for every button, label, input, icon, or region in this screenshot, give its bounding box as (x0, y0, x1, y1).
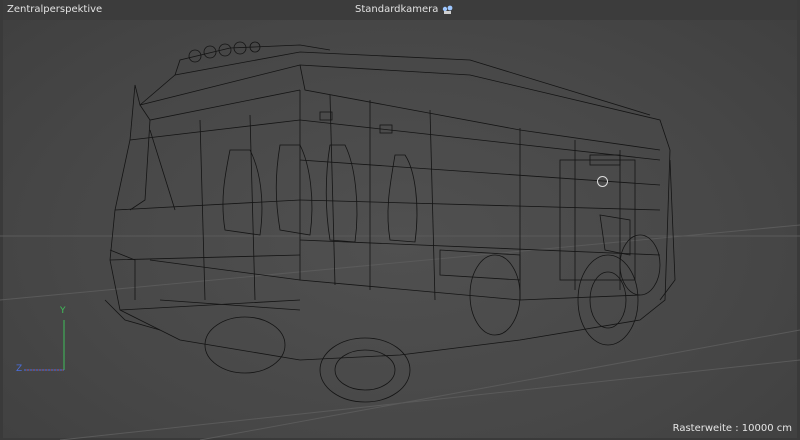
bus-wireframe-model[interactable] (104, 41, 676, 403)
grid-spacing-label: Rasterweite : 10000 cm (672, 423, 792, 434)
axis-gizmo: Y Z (14, 306, 74, 380)
cursor-ring-icon (597, 176, 608, 187)
ground-grid (0, 224, 800, 440)
z-axis-label: Z (16, 364, 23, 374)
camera-name: Standardkamera (355, 4, 439, 15)
wireframe-scene[interactable] (0, 0, 800, 440)
3d-viewport[interactable]: Zentralperspektive Standardkamera Y Z Ra… (0, 0, 800, 440)
camera-selector[interactable]: Standardkamera (352, 3, 457, 16)
y-axis-label: Y (60, 306, 66, 316)
view-mode-label[interactable]: Zentralperspektive (4, 3, 105, 16)
camera-icon (442, 5, 454, 15)
